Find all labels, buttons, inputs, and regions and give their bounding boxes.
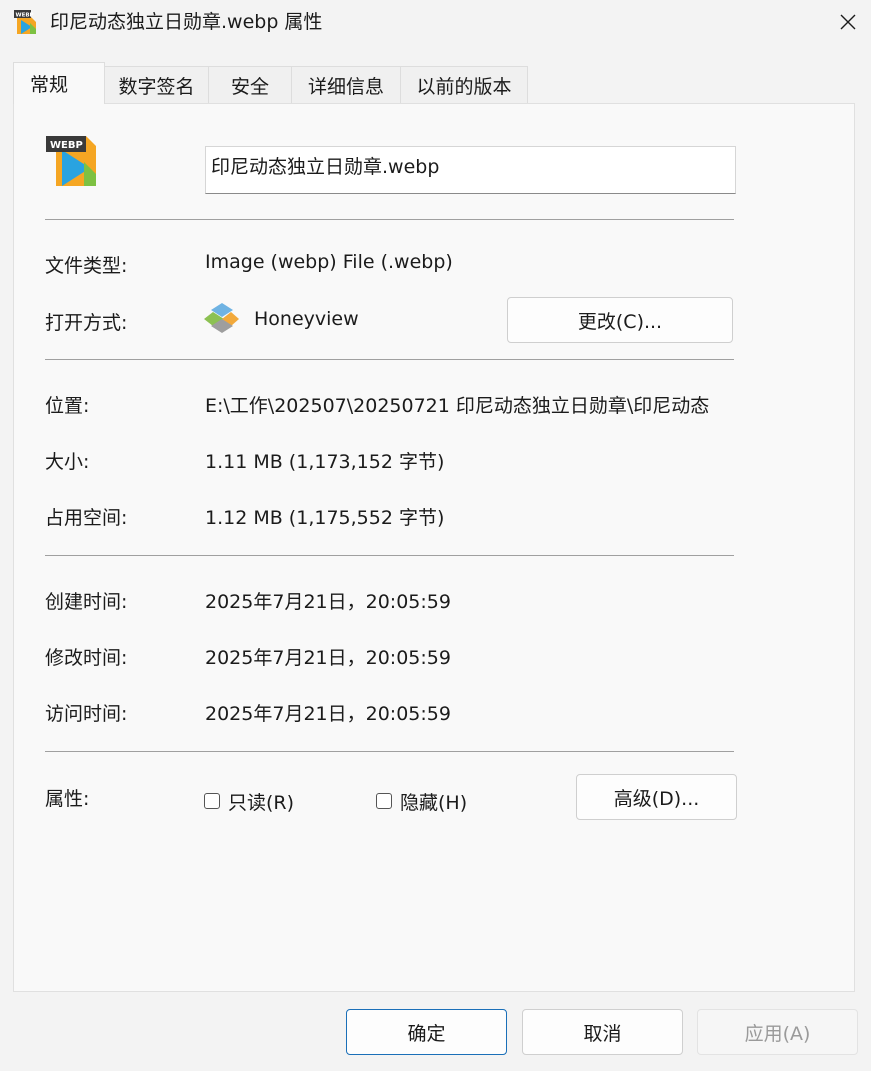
honeyview-app-icon	[204, 303, 239, 333]
svg-text:WEBP: WEBP	[16, 12, 34, 18]
separator	[45, 219, 734, 220]
checkbox-box[interactable]	[376, 793, 392, 809]
readonly-label: 只读(R)	[228, 791, 295, 814]
tab-label: 详细信息	[307, 75, 384, 98]
hidden-label: 隐藏(H)	[400, 791, 468, 814]
tab-label: 以前的版本	[416, 75, 512, 98]
apply-button[interactable]: 应用(A)	[697, 1009, 858, 1055]
accessed-value: 2025年7月21日，20:05:59	[205, 703, 451, 725]
opens-with-app: Honeyview	[254, 308, 359, 330]
size-value: 1.11 MB (1,173,152 字节)	[205, 451, 445, 473]
size-on-disk-value: 1.12 MB (1,175,552 字节)	[205, 507, 445, 529]
modified-value: 2025年7月21日，20:05:59	[205, 647, 451, 669]
separator	[45, 751, 734, 752]
tab-previous-versions[interactable]: 以前的版本	[400, 66, 528, 103]
attributes-label: 属性:	[45, 788, 90, 810]
accessed-label: 访问时间:	[45, 703, 128, 725]
advanced-button[interactable]: 高级(D)...	[576, 774, 737, 820]
hidden-checkbox[interactable]: 隐藏(H)	[376, 790, 468, 814]
tab-security[interactable]: 安全	[208, 66, 292, 103]
webp-file-icon: WEBP	[14, 10, 36, 34]
tab-label: 安全	[230, 75, 269, 98]
close-icon	[840, 14, 856, 30]
checkbox-box[interactable]	[204, 793, 220, 809]
webp-file-icon: WEBP	[46, 136, 96, 186]
location-label: 位置:	[45, 395, 90, 417]
tab-label: 常规	[30, 74, 69, 96]
created-label: 创建时间:	[45, 591, 128, 613]
opens-with-label: 打开方式:	[45, 312, 128, 334]
webp-badge: WEBP	[50, 140, 83, 151]
tab-general[interactable]: 常规	[13, 62, 105, 104]
separator	[45, 555, 734, 556]
size-on-disk-label: 占用空间:	[45, 507, 128, 529]
general-panel: WEBP 文件类型: Image (webp) File (.webp) 打开方…	[13, 103, 855, 992]
size-label: 大小:	[45, 451, 90, 473]
readonly-checkbox[interactable]: 只读(R)	[204, 790, 295, 814]
title-bar: WEBP 印尼动态独立日勋章.webp 属性	[0, 0, 871, 44]
change-button[interactable]: 更改(C)...	[507, 297, 733, 343]
tab-details[interactable]: 详细信息	[291, 66, 401, 103]
tab-label: 数字签名	[118, 75, 195, 98]
file-name-input[interactable]	[205, 146, 736, 194]
separator	[45, 359, 734, 360]
file-type-label: 文件类型:	[45, 255, 128, 277]
ok-button[interactable]: 确定	[346, 1009, 507, 1055]
close-button[interactable]	[825, 0, 871, 44]
window-title: 印尼动态独立日勋章.webp 属性	[50, 11, 323, 33]
created-value: 2025年7月21日，20:05:59	[205, 591, 451, 613]
modified-label: 修改时间:	[45, 647, 128, 669]
cancel-button[interactable]: 取消	[522, 1009, 683, 1055]
tab-digital-signatures[interactable]: 数字签名	[104, 66, 209, 103]
file-type-value: Image (webp) File (.webp)	[205, 251, 453, 273]
location-value: E:\工作\202507\20250721 印尼动态独立日勋章\印尼动态	[205, 395, 710, 417]
